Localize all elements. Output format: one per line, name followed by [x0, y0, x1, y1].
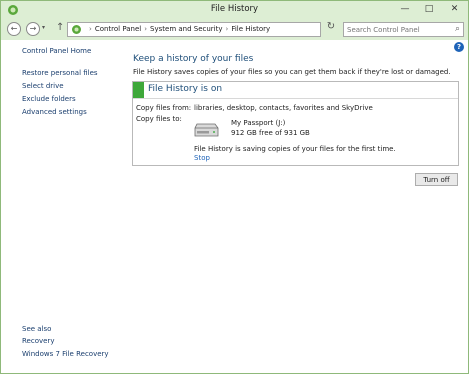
- back-button[interactable]: ←: [7, 22, 21, 36]
- drive-space: 912 GB free of 931 GB: [231, 129, 310, 137]
- search-icon[interactable]: ⌕: [455, 24, 460, 34]
- refresh-icon[interactable]: ↻: [321, 19, 341, 34]
- sidebar-item-exclude-folders[interactable]: Exclude folders: [22, 95, 76, 103]
- navigation-bar: ← → ▾ ↑ › Control Panel › System and Securi…: [1, 19, 468, 40]
- breadcrumb-file-history[interactable]: File History: [231, 25, 270, 33]
- external-drive-icon: [194, 123, 219, 137]
- breadcrumb-separator-icon: ›: [89, 25, 92, 33]
- maximize-button[interactable]: □: [417, 1, 441, 19]
- minimize-button[interactable]: —: [393, 1, 417, 19]
- up-button[interactable]: ↑: [56, 22, 64, 33]
- status-title: File History is on: [148, 84, 223, 94]
- help-icon[interactable]: ?: [454, 42, 464, 52]
- close-button[interactable]: ✕: [441, 1, 468, 19]
- breadcrumb-control-panel[interactable]: Control Panel: [95, 25, 141, 33]
- address-bar[interactable]: › Control Panel › System and Security › File …: [67, 22, 376, 37]
- copy-from-label: Copy files from:: [136, 104, 192, 112]
- sidebar-item-control-panel-home[interactable]: Control Panel Home: [22, 47, 91, 55]
- breadcrumb-separator-icon[interactable]: ›: [226, 25, 229, 33]
- forward-button[interactable]: →: [26, 22, 40, 36]
- recent-locations-icon[interactable]: ▾: [42, 24, 45, 31]
- copy-from-value: libraries, desktop, contacts, favorites …: [194, 104, 373, 112]
- content-area: ? Control Panel Home Restore personal fi…: [1, 40, 468, 373]
- sidebar-item-restore-personal-files[interactable]: Restore personal files: [22, 69, 98, 77]
- sidebar-item-windows-7-file-recovery[interactable]: Windows 7 File Recovery: [22, 350, 109, 358]
- page-description: File History saves copies of your files …: [133, 68, 451, 76]
- breadcrumb-system-and-security[interactable]: System and Security: [150, 25, 222, 33]
- breadcrumb: › Control Panel › System and Security › File …: [86, 25, 270, 33]
- status-header: File History is on: [133, 82, 458, 99]
- turn-off-button[interactable]: Turn off: [415, 173, 458, 186]
- page-heading: Keep a history of your files: [133, 54, 254, 64]
- sidebar-item-advanced-settings[interactable]: Advanced settings: [22, 108, 87, 116]
- search-box[interactable]: ⌕: [343, 22, 464, 37]
- status-panel: File History is on Copy files from: libr…: [132, 81, 459, 166]
- see-also-label: See also: [22, 325, 52, 333]
- copy-to-label: Copy files to:: [136, 115, 182, 123]
- title-bar: File History — □ ✕: [1, 1, 468, 19]
- file-history-window: File History — □ ✕ ← → ▾ ↑ › Control Pane…: [0, 0, 469, 374]
- sidebar-item-select-drive[interactable]: Select drive: [22, 82, 64, 90]
- drive-name: My Passport (J:): [231, 119, 286, 127]
- sidebar-item-recovery[interactable]: Recovery: [22, 337, 54, 345]
- search-input[interactable]: [347, 23, 447, 36]
- status-indicator: [133, 82, 144, 98]
- control-panel-icon: [72, 25, 81, 34]
- breadcrumb-separator-icon[interactable]: ›: [144, 25, 147, 33]
- saving-status: File History is saving copies of your fi…: [194, 145, 396, 153]
- stop-link[interactable]: Stop: [194, 154, 210, 162]
